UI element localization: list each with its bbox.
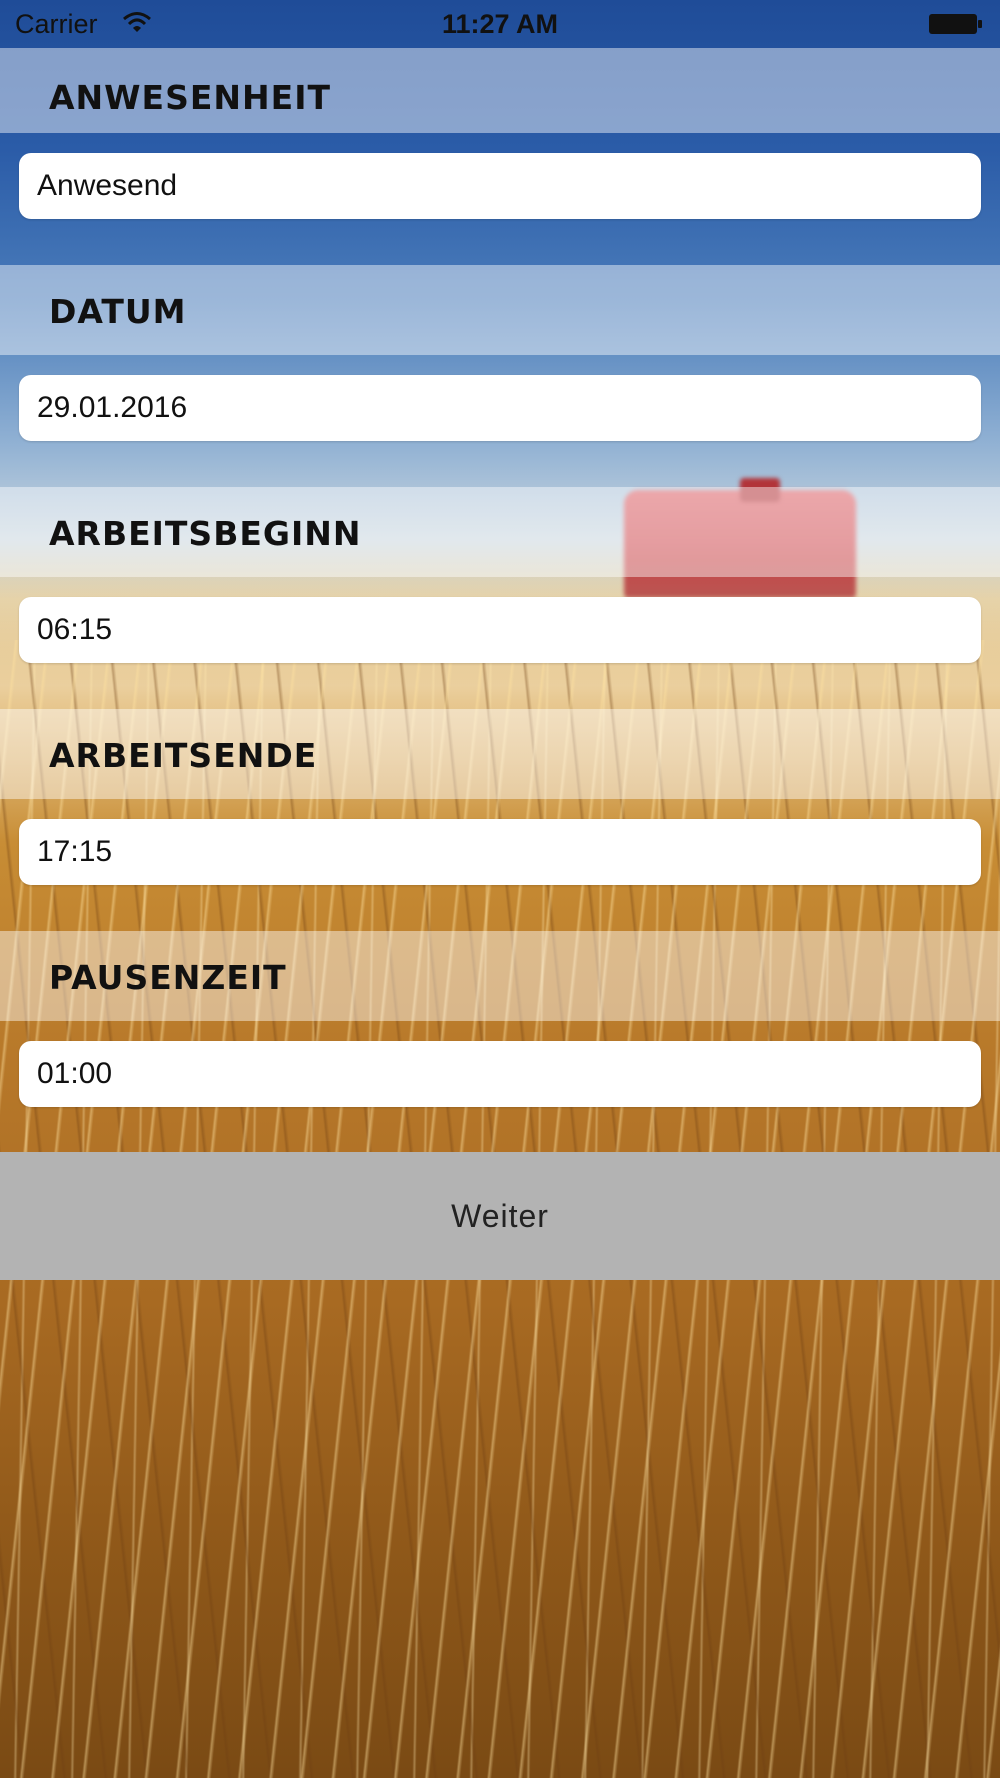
label-band-pausenzeit: PAUSENZEIT [0,931,1000,1021]
arbeitsbeginn-field[interactable]: 06:15 [19,597,981,663]
label-arbeitsbeginn: ARBEITSBEGINN [49,514,362,553]
clock: 11:27 AM [441,9,559,39]
label-band-arbeitsende: ARBEITSENDE [0,709,1000,799]
field-band-anwesenheit: Anwesend [0,133,1000,265]
section-arbeitsende: ARBEITSENDE 17:15 [0,709,1000,931]
field-band-pausenzeit: 01:00 [0,1021,1000,1153]
label-anwesenheit: ANWESENHEIT [49,78,331,117]
pausenzeit-field[interactable]: 01:00 [19,1041,981,1107]
status-bar: Carrier 11:27 AM [0,0,1000,50]
section-anwesenheit: ANWESENHEIT Anwesend [0,48,1000,265]
arbeitsende-field[interactable]: 17:15 [19,819,981,885]
field-band-arbeitsende: 17:15 [0,799,1000,931]
section-arbeitsbeginn: ARBEITSBEGINN 06:15 [0,487,1000,709]
field-band-datum: 29.01.2016 [0,355,1000,487]
section-pausenzeit: PAUSENZEIT 01:00 [0,931,1000,1153]
battery-icon [929,14,982,34]
label-pausenzeit: PAUSENZEIT [49,958,287,997]
label-band-arbeitsbeginn: ARBEITSBEGINN [0,487,1000,577]
label-band-anwesenheit: ANWESENHEIT [0,48,1000,133]
field-band-arbeitsbeginn: 06:15 [0,577,1000,709]
label-arbeitsende: ARBEITSENDE [49,736,318,775]
datum-field[interactable]: 29.01.2016 [19,375,981,441]
weiter-button[interactable]: Weiter [0,1152,1000,1280]
anwesenheit-select[interactable]: Anwesend [19,153,981,219]
label-band-datum: DATUM [0,265,1000,355]
label-datum: DATUM [49,292,187,331]
section-datum: DATUM 29.01.2016 [0,265,1000,487]
